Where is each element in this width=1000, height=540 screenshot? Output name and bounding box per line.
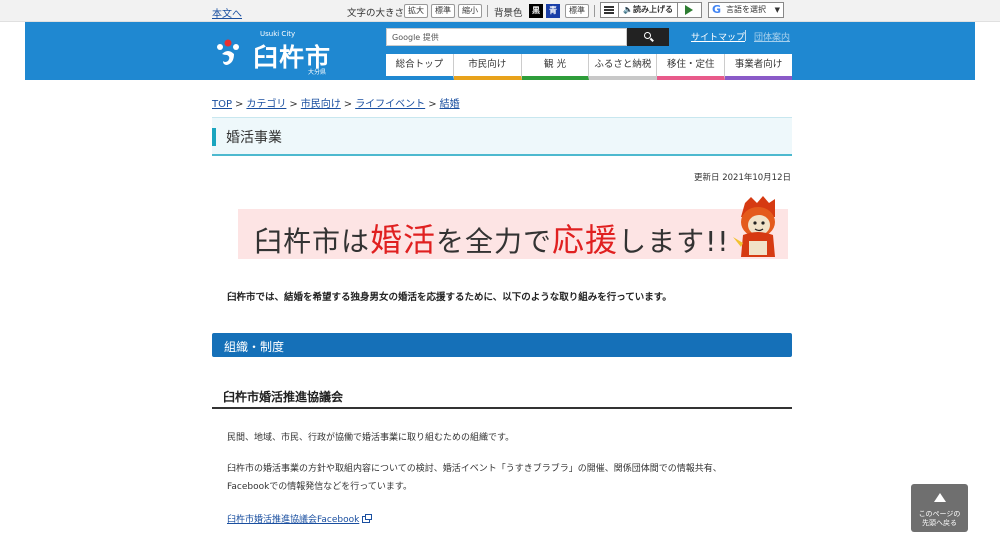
nav-citizens[interactable]: 市民向け [453, 54, 522, 80]
arrow-up-icon [934, 493, 946, 502]
breadcrumb: TOP > カテゴリ > 市民向け > ライフイベント > 結婚 [212, 99, 460, 110]
search-input[interactable]: Google 提供 [386, 28, 627, 46]
global-nav: 総合トップ 市民向け 観 光 ふるさと納税 移住・定住 事業者向け [386, 54, 792, 80]
search-button[interactable] [627, 28, 669, 46]
intro-text: 臼杵市では、結婚を希望する独身男女の婚活を応援するために、以下のような取り組みを… [227, 292, 672, 303]
search-placeholder: Google 提供 [392, 33, 439, 42]
nav-business[interactable]: 事業者向け [725, 54, 792, 80]
paragraph: 臼杵市の婚活事業の方針や取組内容についての検討、婚活イベント「うすきブラブラ」の… [227, 464, 722, 474]
font-size-label: 文字の大きさ [347, 8, 405, 19]
sitemap-link[interactable]: サイトマップ [691, 30, 745, 43]
subheading-text: 臼杵市婚活推進協議会 [223, 390, 344, 404]
city-emblem-icon [217, 39, 239, 65]
back-to-top-button[interactable]: このページの 先頭へ戻る [911, 484, 968, 532]
search-icon [644, 32, 651, 39]
font-standard-button[interactable]: 標準 [431, 4, 455, 18]
org-link[interactable]: 団体案内 [754, 30, 790, 43]
back-to-top-label: このページの [918, 510, 961, 518]
page-title-box: 婚活事業 [212, 117, 792, 156]
facebook-link[interactable]: 臼杵市婚活推進協議会Facebook [227, 512, 373, 525]
page-title: 婚活事業 [226, 130, 282, 146]
section-heading: 組織・制度 [212, 333, 792, 357]
paragraph: 民間、地域、市民、行政が協働で婚活事業に取り組むための組織です。 [227, 433, 515, 443]
breadcrumb-citizens[interactable]: 市民向け [301, 99, 341, 110]
breadcrumb-marriage[interactable]: 結婚 [440, 99, 460, 110]
logo-prefecture: 大分県 [308, 69, 327, 76]
bg-blue-button[interactable]: 青 [546, 4, 560, 18]
mascot-image [733, 196, 775, 257]
bg-black-button[interactable]: 黒 [529, 4, 543, 18]
bg-color-label: 背景色 [494, 8, 523, 19]
promo-banner: 臼杵市は婚活を全力で応援します!! [238, 209, 788, 259]
section-heading-text: 組織・制度 [224, 340, 285, 354]
nav-tourism[interactable]: 観 光 [521, 54, 590, 80]
language-select-label: 言語を選択 [726, 5, 766, 14]
nav-top[interactable]: 総合トップ [386, 54, 454, 80]
breadcrumb-life-event[interactable]: ライフイベント [355, 99, 425, 110]
bg-standard-button[interactable]: 標準 [565, 4, 589, 18]
title-accent-bar [212, 128, 216, 146]
google-icon: G [712, 3, 722, 16]
skip-to-content-link[interactable]: 本文へ [212, 5, 242, 20]
back-to-top-label: 先頭へ戻る [922, 519, 957, 527]
divider [594, 5, 595, 17]
font-shrink-button[interactable]: 縮小 [458, 4, 482, 18]
banner-text: 臼杵市は婚活を全力で応援します!! [254, 221, 730, 259]
menu-icon[interactable] [604, 6, 614, 14]
dropdown-arrow-icon: ▼ [774, 6, 780, 14]
nav-furusato-tax[interactable]: ふるさと納税 [589, 54, 658, 80]
breadcrumb-category[interactable]: カテゴリ [246, 99, 286, 110]
utility-bar: 本文へ 文字の大きさ 拡大 標準 縮小 背景色 黒 青 標準 🔈読み上げる G … [0, 0, 1000, 22]
divider [745, 30, 746, 41]
nav-migration[interactable]: 移住・定住 [657, 54, 726, 80]
logo-subtitle: Usuki City [260, 30, 296, 38]
font-enlarge-button[interactable]: 拡大 [404, 4, 428, 18]
language-select[interactable]: G 言語を選択 ▼ [708, 2, 784, 18]
divider [487, 5, 488, 17]
read-aloud-button[interactable]: 🔈読み上げる [618, 3, 678, 17]
read-aloud-bar: 🔈読み上げる [600, 2, 702, 18]
paragraph: Facebookでの情報発信などを行っています。 [227, 482, 412, 492]
updated-date: 更新日 2021年10月12日 [694, 173, 791, 183]
play-icon[interactable] [685, 5, 693, 15]
subheading: 臼杵市婚活推進協議会 [212, 384, 792, 409]
breadcrumb-top[interactable]: TOP [212, 99, 232, 110]
site-logo[interactable]: Usuki City 臼杵市 大分県 [213, 28, 338, 76]
site-header: Usuki City 臼杵市 大分県 Google 提供 サイトマップ 団体案内… [25, 22, 975, 80]
external-link-icon [362, 514, 373, 523]
